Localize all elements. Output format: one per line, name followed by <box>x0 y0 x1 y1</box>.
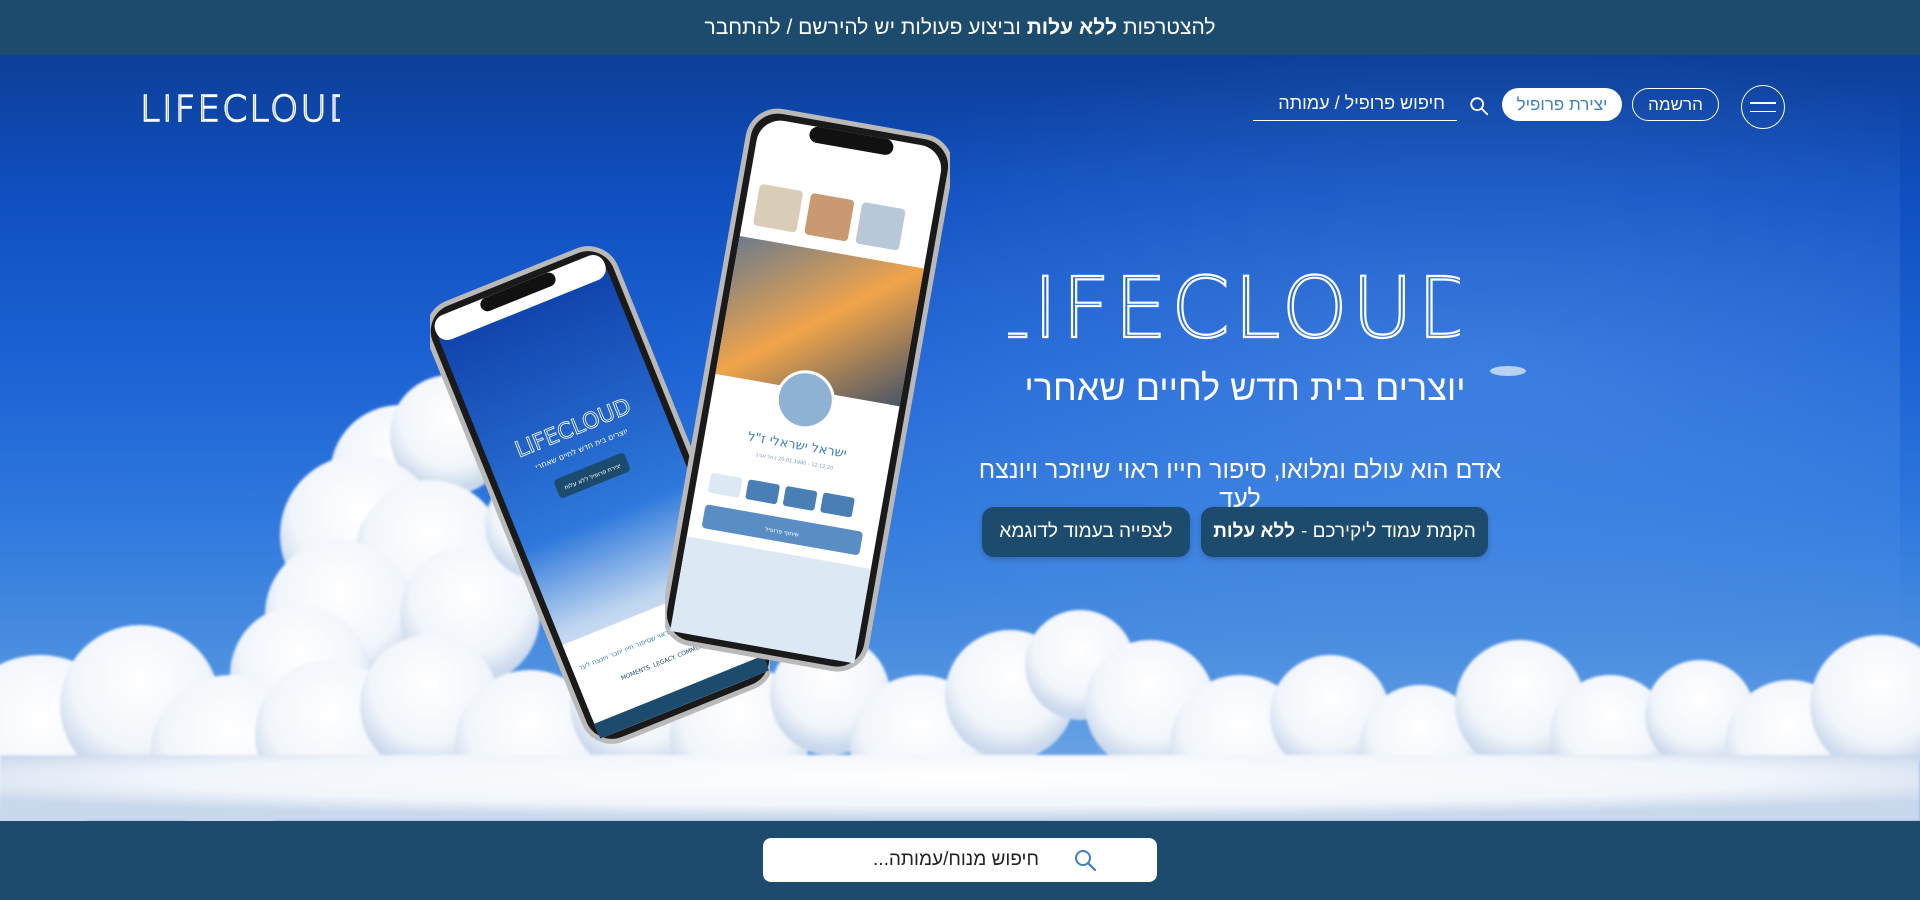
bottom-search-bar: חיפוש מנוח/עמותה... <box>0 821 1920 900</box>
profile-search-placeholder: חיפוש פרופיל / עמותה <box>1278 93 1445 113</box>
profile-search-input[interactable]: חיפוש פרופיל / עמותה <box>1253 87 1457 121</box>
cta-primary-bold: ללא עלות <box>1213 521 1295 542</box>
deceased-search-placeholder: חיפוש מנוח/עמותה... <box>873 849 1039 870</box>
announcement-bar: להצטרפות ללא עלות וביצוע פעולות יש להירש… <box>0 0 1920 55</box>
create-memorial-page-button[interactable]: הקמת עמוד ליקירכם - ללא עלות <box>1201 507 1488 557</box>
hero-subtext: אדם הוא עולם ומלואו, סיפור חייו ראוי שיו… <box>978 456 1502 513</box>
announcement-text-after[interactable]: וביצוע פעולות יש להירשם / להתחבר <box>705 16 1021 40</box>
register-button[interactable]: הרשמה <box>1632 88 1719 121</box>
clouds-illustration <box>0 366 1920 821</box>
deceased-search-input[interactable]: חיפוש מנוח/עמותה... <box>763 838 1157 882</box>
hero-tagline: יוצרים בית חדש לחיים שאחרי <box>1024 367 1466 408</box>
search-icon[interactable] <box>1073 848 1097 872</box>
menu-line-icon <box>1750 110 1776 112</box>
view-example-page-button[interactable]: לצפייה בעמוד לדוגמא <box>982 507 1190 557</box>
hamburger-menu-button[interactable] <box>1741 85 1785 129</box>
menu-line-icon <box>1750 102 1776 104</box>
create-profile-button[interactable]: יצירת פרופיל <box>1502 88 1622 121</box>
hero-section: LIFECLOUD הרשמה יצירת פרופיל חיפוש פרופי… <box>0 55 1920 821</box>
hero-lifecloud-logo: LIFECLOUD <box>1008 258 1460 355</box>
svg-text:LIFECLOUD: LIFECLOUD <box>1008 259 1460 355</box>
lifecloud-logo[interactable]: LIFECLOUD <box>140 85 340 129</box>
search-icon[interactable] <box>1468 95 1490 117</box>
phone-mockup-profile: ישראל ישראלי ז"ל 12.12.20 - 20.01.1980 |… <box>665 108 950 672</box>
announcement-text-bold: ללא עלות <box>1026 15 1118 39</box>
announcement-text-before: להצטרפות <box>1122 15 1216 39</box>
cta-primary-text: הקמת עמוד ליקירכם - <box>1301 521 1476 542</box>
svg-text:LIFECLOUD: LIFECLOUD <box>140 89 340 129</box>
